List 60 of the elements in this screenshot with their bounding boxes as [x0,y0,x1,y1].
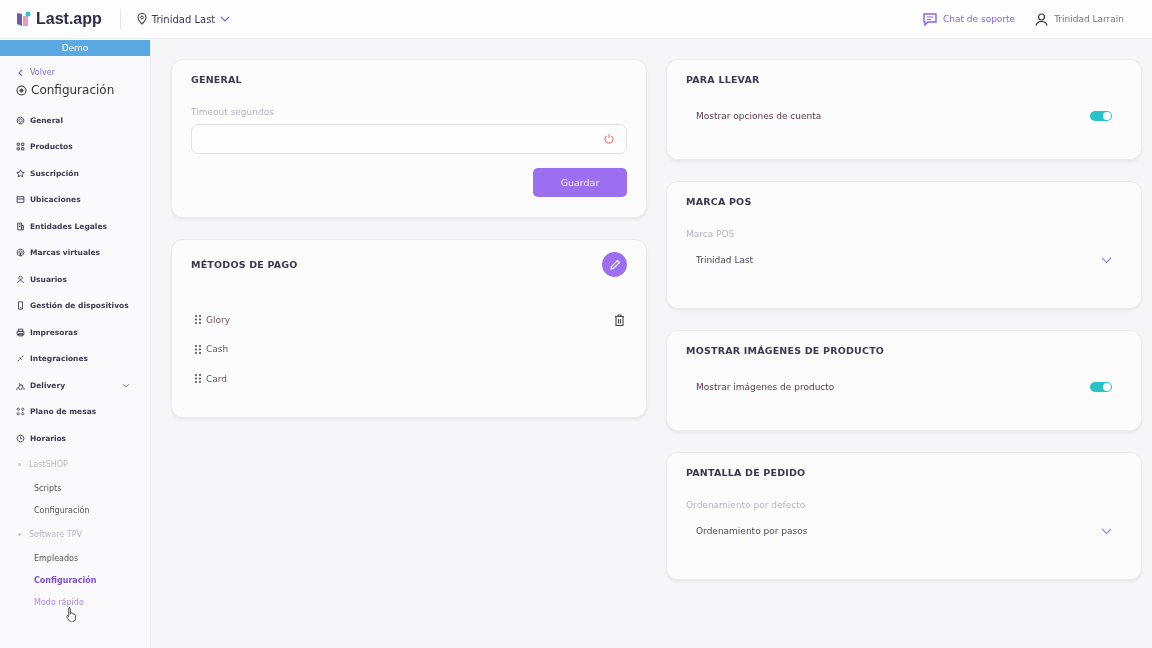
field-label: Marca POS [686,229,736,239]
card-title: MÉTODOS DE PAGO [191,259,298,270]
plug-icon [16,354,25,364]
building-icon [16,221,25,231]
toggle-label: Mostrar opciones de cuenta [696,111,822,121]
grid-icon [16,142,25,152]
sidebar-subitem[interactable]: Scripts [0,477,150,500]
sidebar-group-label: LastSHOP [0,451,150,478]
sidebar-subitem[interactable]: Configuración [0,499,150,522]
sidebar-subitem[interactable]: Configuración [0,569,150,592]
timeout-input[interactable] [191,124,627,154]
drag-handle-icon[interactable] [195,374,201,384]
chevron-down-icon [1101,256,1112,264]
card-title: GENERAL [191,74,243,85]
trash-icon[interactable] [614,313,625,326]
payment-method-name: Card [206,373,229,384]
toggle-label: Mostrar imágenes de producto [696,382,835,392]
gear-icon [16,115,25,125]
location-pin-icon [136,13,147,25]
store-icon [16,195,25,205]
user-icon [16,274,25,284]
chevron-down-icon [1101,527,1112,535]
chat-icon [922,12,937,26]
location-selector[interactable]: Trinidad Last [136,13,231,25]
sidebar-title: Configuración [31,83,115,97]
clock-icon [16,433,25,443]
field-label: Timeout segundos [191,107,275,117]
card-title: PANTALLA DE PEDIDO [686,467,807,478]
chevron-down-icon [220,16,231,22]
select-field[interactable]: Trinidad Last [686,249,1122,271]
star-icon [16,168,25,178]
badge-icon [16,248,25,258]
support-chat-link[interactable]: Chat de soporte [922,12,1016,26]
phone-icon [16,301,25,311]
pencil-icon [608,258,621,271]
sidebar-group-label: Software TPV [0,521,150,548]
payment-method-name: Glory [206,314,231,325]
power-icon [603,133,615,145]
card-title: MOSTRAR IMÁGENES DE PRODUCTO [686,345,886,356]
user-menu[interactable]: Trinidad Larrain [1035,12,1124,26]
field-label: Ordenamiento por defecto [686,500,807,510]
payment-method-name: Cash [206,344,230,355]
select-field[interactable]: Ordenamiento por pasos [686,520,1122,542]
drag-handle-icon[interactable] [195,315,201,325]
card-title: PARA LLEVAR [686,74,761,85]
toggle-switch[interactable] [1090,111,1112,121]
demo-banner: Demo [0,40,150,56]
grid-icon [16,407,25,417]
hand-cursor-icon [66,605,78,622]
user-icon [1035,12,1049,26]
back-link[interactable]: Volver [17,68,150,77]
sidebar-subitem[interactable]: Empleados [0,547,150,570]
drag-handle-icon[interactable] [195,344,201,354]
settings-icon [16,84,27,96]
printer-icon [16,327,25,337]
toggle-switch[interactable] [1090,382,1112,392]
edit-button[interactable] [602,252,627,277]
logo[interactable]: Last.app [36,10,102,28]
card-title: MARCA POS [686,196,753,207]
chevron-left-icon [17,68,23,77]
